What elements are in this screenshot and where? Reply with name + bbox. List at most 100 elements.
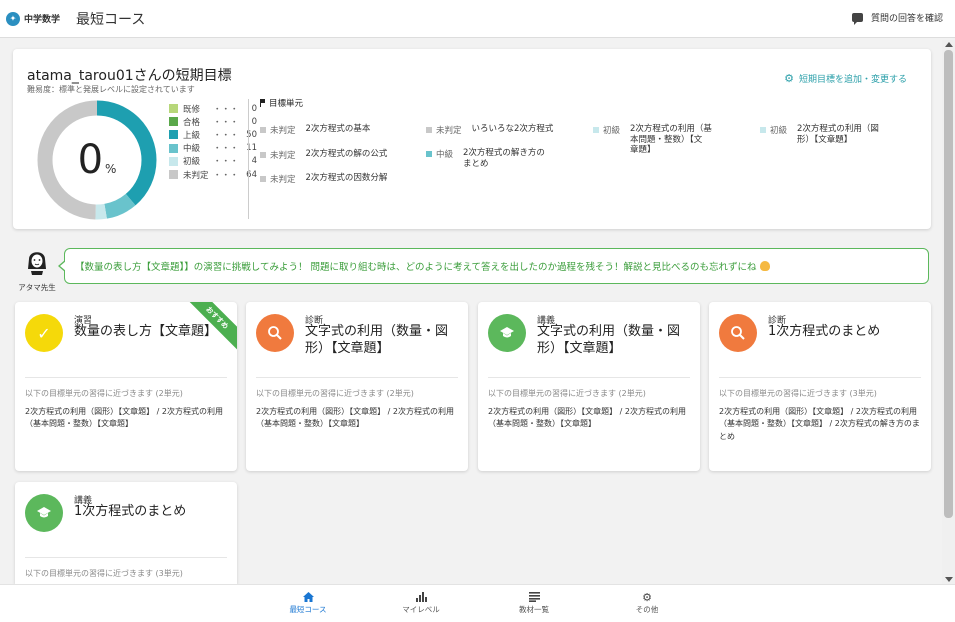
nav-label: その他 bbox=[635, 605, 659, 614]
card-divider bbox=[488, 377, 690, 378]
vertical-scrollbar[interactable] bbox=[942, 40, 955, 584]
legend-row: 初級 ・・・ 4 bbox=[169, 155, 257, 168]
legend-count: 4 bbox=[251, 156, 257, 167]
card-units: 2次方程式の利用（図形）【文章題】 / 2次方程式の利用（基本問題・整数）【文章… bbox=[488, 407, 686, 429]
course-card[interactable]: おすすめ ✓ 演習 数量の表し方【文章題】 以下の目標単元の習得に近づきます (… bbox=[15, 302, 237, 471]
search-icon bbox=[256, 314, 294, 352]
progress-unit: % bbox=[105, 162, 117, 176]
check-icon: ✓ bbox=[25, 314, 63, 352]
nav-item-materials[interactable]: 教材一覧 bbox=[494, 590, 574, 615]
level-legend: 既修 ・・・ 0 合格 ・・・ 0 上級 ・・・ 50 中級 ・・・ 11 初級… bbox=[169, 102, 257, 181]
legend-swatch bbox=[169, 143, 178, 153]
page-title: 最短コース bbox=[76, 11, 146, 28]
app-logo[interactable]: ✦ 中学数学 bbox=[6, 11, 61, 26]
scroll-down-arrow-icon[interactable] bbox=[945, 577, 953, 582]
card-title: 文字式の利用（数量・図形）【文章題】 bbox=[305, 324, 449, 356]
nav-item-shortest-course[interactable]: 最短コース bbox=[268, 590, 348, 615]
legend-swatch bbox=[169, 104, 178, 114]
unit-level: 中級 bbox=[436, 150, 454, 160]
card-units: 2次方程式の利用（図形）【文章題】 / 2次方程式の利用（基本問題・整数）【文章… bbox=[256, 407, 454, 429]
card-note: 以下の目標単元の習得に近づきます (3単元) bbox=[719, 389, 877, 398]
unit-name: 2次方程式の因数分解 bbox=[305, 173, 388, 183]
legend-dots: ・・・ bbox=[213, 170, 239, 181]
target-unit-item[interactable]: 中級 2次方程式の解き方の まとめ bbox=[426, 148, 545, 169]
target-units-heading: 目標単元 bbox=[260, 97, 303, 109]
nav-item-my-level[interactable]: マイレベル bbox=[381, 590, 461, 615]
card-divider bbox=[25, 557, 227, 558]
graduation-cap-icon bbox=[25, 494, 63, 532]
card-note: 以下の目標単元の習得に近づきます (2単元) bbox=[256, 389, 414, 398]
edit-goal-label: 短期目標を追加・変更する bbox=[798, 75, 907, 85]
course-card[interactable]: 講義 文字式の利用（数量・図形）【文章題】 以下の目標単元の習得に近づきます (… bbox=[478, 302, 700, 471]
nav-item-other[interactable]: ⚙ その他 bbox=[607, 590, 687, 615]
legend-row: 上級 ・・・ 50 bbox=[169, 128, 257, 141]
legend-count: 0 bbox=[251, 116, 257, 127]
teacher-avatar: アタマ先生 bbox=[14, 247, 60, 293]
card-note: 以下の目標単元の習得に近づきます (2単元) bbox=[25, 389, 183, 398]
search-icon bbox=[719, 314, 757, 352]
legend-count: 64 bbox=[246, 169, 257, 180]
flexed-arm-icon bbox=[759, 261, 770, 271]
legend-label: 合格 bbox=[183, 117, 201, 128]
teacher-message-bubble: 【数量の表し方【文章題】】の演習に挑戦してみよう！ 問題に取り組む時は、どのよう… bbox=[58, 248, 929, 284]
unit-level: 未判定 bbox=[270, 151, 296, 161]
legend-dots: ・・・ bbox=[213, 117, 239, 128]
target-unit-item[interactable]: 未判定 2次方程式の基本 bbox=[260, 124, 370, 136]
bottom-navigation: 最短コース マイレベル 教材一覧 ⚙ その他 bbox=[0, 584, 955, 622]
graduation-cap-icon bbox=[488, 314, 526, 352]
target-unit-item[interactable]: 初級 2次方程式の利用（基 本問題・整数）【文 章題】 bbox=[593, 124, 712, 156]
nav-label: 教材一覧 bbox=[519, 605, 549, 614]
card-title: 1次方程式のまとめ bbox=[74, 504, 187, 519]
unit-level-swatch bbox=[760, 127, 766, 133]
legend-dots: ・・・ bbox=[213, 144, 239, 155]
list-icon bbox=[494, 590, 574, 604]
legend-label: 未判定 bbox=[183, 170, 209, 181]
card-title: 1次方程式のまとめ bbox=[768, 324, 881, 339]
teacher-message: 【数量の表し方【文章題】】の演習に挑戦してみよう！ 問題に取り組む時は、どのよう… bbox=[75, 262, 757, 273]
target-unit-item[interactable]: 未判定 2次方程式の解の公式 bbox=[260, 149, 387, 161]
legend-dots: ・・・ bbox=[213, 157, 239, 168]
legend-dots: ・・・ bbox=[213, 130, 239, 141]
check-answers-link[interactable]: 質問の回答を確認 bbox=[851, 11, 943, 25]
legend-count: 0 bbox=[251, 103, 257, 114]
legend-label: 既修 bbox=[183, 104, 201, 115]
target-unit-item[interactable]: 未判定 いろいろな2次方程式 bbox=[426, 124, 553, 136]
edit-goal-link[interactable]: ⚙ 短期目標を追加・変更する bbox=[784, 72, 907, 85]
card-title: 数量の表し方【文章題】 bbox=[74, 324, 218, 339]
unit-level-swatch bbox=[426, 127, 432, 133]
scroll-up-arrow-icon[interactable] bbox=[945, 42, 953, 47]
logo-text: 中学数学 bbox=[24, 15, 61, 25]
legend-dots: ・・・ bbox=[213, 104, 239, 115]
legend-count: 50 bbox=[246, 129, 257, 140]
unit-name: 2次方程式の解き方の まとめ bbox=[463, 148, 545, 169]
unit-level: 未判定 bbox=[270, 175, 296, 185]
target-unit-item[interactable]: 初級 2次方程式の利用（図 形）【文章題】 bbox=[760, 124, 879, 145]
legend-row: 中級 ・・・ 11 bbox=[169, 142, 257, 155]
unit-level: 初級 bbox=[770, 126, 788, 136]
target-unit-item[interactable]: 未判定 2次方程式の因数分解 bbox=[260, 173, 387, 185]
legend-row: 未判定 ・・・ 64 bbox=[169, 168, 257, 181]
card-units: 2次方程式の利用（図形）【文章題】 / 2次方程式の利用（基本問題・整数）【文章… bbox=[719, 407, 920, 441]
check-answers-label: 質問の回答を確認 bbox=[870, 14, 943, 24]
unit-level: 未判定 bbox=[270, 126, 296, 136]
course-card[interactable]: 診断 文字式の利用（数量・図形）【文章題】 以下の目標単元の習得に近づきます (… bbox=[246, 302, 468, 471]
scroll-thumb[interactable] bbox=[944, 50, 953, 518]
teacher-face-icon bbox=[28, 252, 46, 275]
unit-name: 2次方程式の解の公式 bbox=[305, 149, 388, 159]
card-divider bbox=[719, 377, 921, 378]
bar-chart-icon bbox=[381, 590, 461, 604]
legend-swatch bbox=[169, 156, 178, 166]
course-card[interactable]: 診断 1次方程式のまとめ 以下の目標単元の習得に近づきます (3単元) 2次方程… bbox=[709, 302, 931, 471]
app-header: ✦ 中学数学 最短コース 質問の回答を確認 bbox=[0, 0, 955, 38]
gear-icon: ⚙ bbox=[642, 590, 652, 604]
logo-icon: ✦ bbox=[6, 11, 20, 26]
unit-level-swatch bbox=[260, 127, 266, 133]
card-units: 2次方程式の利用（図形）【文章題】 / 2次方程式の利用（基本問題・整数）【文章… bbox=[25, 407, 223, 429]
flag-icon bbox=[260, 99, 265, 107]
course-card[interactable]: 講義 1次方程式のまとめ 以下の目標単元の習得に近づきます (3単元) bbox=[15, 482, 237, 584]
legend-swatch bbox=[169, 117, 178, 127]
legend-count: 11 bbox=[246, 143, 257, 154]
gear-icon: ⚙ bbox=[784, 72, 794, 85]
unit-name: 2次方程式の利用（基 本問題・整数）【文 章題】 bbox=[630, 124, 712, 156]
card-note: 以下の目標単元の習得に近づきます (3単元) bbox=[25, 569, 183, 578]
